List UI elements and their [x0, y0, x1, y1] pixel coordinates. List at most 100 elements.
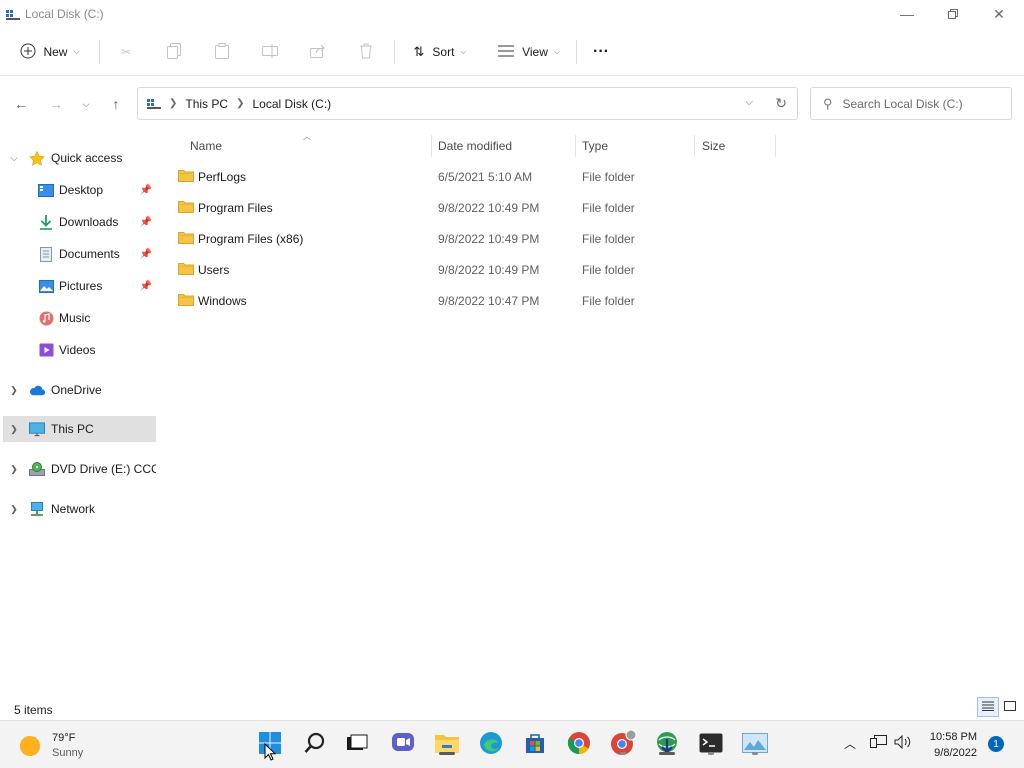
file-name[interactable]: Program Files	[198, 201, 273, 215]
new-button[interactable]: New ⌵	[12, 36, 88, 68]
share-button[interactable]	[304, 36, 332, 68]
rename-icon	[262, 43, 278, 61]
column-header-date[interactable]: Date modified	[438, 133, 574, 159]
sidebar-item-music[interactable]: Music	[3, 305, 156, 331]
file-name[interactable]: PerfLogs	[198, 170, 246, 184]
more-options-button[interactable]: ···	[586, 36, 616, 68]
cut-button[interactable]: ✂	[112, 36, 140, 68]
column-divider[interactable]	[431, 135, 432, 157]
search-box[interactable]: ⚲	[810, 87, 1012, 120]
recent-locations-button[interactable]: ⌵	[74, 92, 98, 116]
close-button[interactable]: ✕	[976, 0, 1022, 28]
edge-icon	[479, 731, 503, 758]
file-row[interactable]: Program Files 9/8/2022 10:49 PM File fol…	[173, 193, 773, 221]
chevron-right-icon[interactable]: ❯	[9, 504, 19, 515]
chrome-button[interactable]	[564, 729, 594, 759]
sidebar-item-desktop[interactable]: Desktop 📌	[3, 177, 156, 203]
chevron-right-icon[interactable]: ❯	[236, 98, 244, 109]
chevron-right-icon[interactable]: ❯	[9, 385, 19, 396]
arrow-up-icon: ↑	[112, 96, 120, 112]
breadcrumb-this-pc[interactable]: This PC	[185, 97, 228, 111]
rename-button[interactable]	[256, 36, 284, 68]
chrome-profile-button[interactable]	[608, 729, 638, 759]
back-button[interactable]: ←	[9, 92, 33, 116]
delete-icon	[359, 43, 373, 62]
monitor-icon	[29, 421, 45, 436]
sidebar-item-this-pc[interactable]: ❯ This PC	[3, 416, 156, 442]
sidebar-item-downloads[interactable]: Downloads 📌	[3, 209, 156, 235]
chevron-down-icon[interactable]: ⌵	[745, 97, 753, 108]
edge-button[interactable]	[476, 729, 506, 759]
column-header-name[interactable]: Name	[190, 133, 430, 159]
more-icon: ···	[593, 43, 609, 60]
sidebar-item-label: DVD Drive (E:) CCCOMA_X64FRE_EN-US_DV9	[51, 462, 156, 476]
file-row[interactable]: PerfLogs 6/5/2021 5:10 AM File folder	[173, 162, 773, 190]
column-header-type[interactable]: Type	[582, 133, 692, 159]
sidebar-item-pictures[interactable]: Pictures 📌	[3, 273, 156, 299]
weather-widget[interactable]: 79°F Sunny	[20, 731, 83, 761]
column-divider[interactable]	[694, 135, 695, 157]
file-type: File folder	[582, 263, 635, 277]
task-view-button[interactable]	[342, 729, 372, 759]
chat-button[interactable]	[388, 729, 418, 759]
sidebar-item-quick-access[interactable]: ⌵ Quick access	[3, 145, 156, 171]
navigation-bar: ← → ⌵ ↑ ❯ This PC ❯ Local Disk (C:) ⌵ ↻ …	[0, 77, 1024, 131]
store-icon	[524, 732, 546, 757]
sidebar-item-onedrive[interactable]: ❯ OneDrive	[3, 377, 156, 403]
terminal-button[interactable]	[696, 729, 726, 759]
chevron-down-icon[interactable]: ⌵	[9, 153, 19, 164]
volume-icon[interactable]	[894, 734, 912, 752]
column-header-size[interactable]: Size	[702, 133, 772, 159]
sidebar-item-dvd-drive[interactable]: ❯ DVD Drive (E:) CCCOMA_X64FRE_EN-US_DV9	[3, 456, 156, 482]
forward-button[interactable]: →	[44, 92, 68, 116]
pin-icon: 📌	[139, 248, 152, 260]
image-viewer-button[interactable]	[740, 729, 770, 759]
delete-button[interactable]	[352, 36, 380, 68]
sidebar-item-network[interactable]: ❯ Network	[3, 496, 156, 522]
start-button[interactable]	[255, 729, 285, 761]
file-row[interactable]: Program Files (x86) 9/8/2022 10:49 PM Fi…	[173, 224, 773, 252]
column-divider[interactable]	[775, 135, 776, 157]
file-name[interactable]: Users	[198, 263, 229, 277]
address-bar[interactable]: ❯ This PC ❯ Local Disk (C:) ⌵ ↻	[137, 87, 798, 120]
refresh-icon[interactable]: ↻	[775, 95, 787, 112]
copy-button[interactable]	[160, 36, 188, 68]
chevron-right-icon[interactable]: ❯	[9, 464, 19, 475]
notification-badge[interactable]: 1	[988, 736, 1004, 752]
minimize-button[interactable]: —	[884, 0, 930, 28]
running-app-indicator	[752, 752, 758, 755]
sidebar-item-documents[interactable]: Documents 📌	[3, 241, 156, 267]
download-icon	[38, 214, 54, 230]
show-hidden-icons-chevron-up-icon[interactable]: ︿	[844, 735, 856, 752]
maximize-button[interactable]	[930, 0, 976, 28]
search-input[interactable]	[842, 96, 1003, 111]
search-icon	[304, 732, 326, 757]
file-name[interactable]: Windows	[198, 294, 247, 308]
store-button[interactable]	[520, 729, 550, 759]
weather-temperature: 79°F	[52, 732, 76, 744]
network-status-icon[interactable]	[870, 735, 888, 752]
file-explorer-button[interactable]	[432, 729, 462, 759]
title-bar: Local Disk (C:) — ✕	[0, 0, 1024, 28]
chevron-right-icon[interactable]: ❯	[169, 98, 177, 109]
system-clock[interactable]: 10:58 PM 9/8/2022	[920, 729, 977, 761]
column-divider[interactable]	[575, 135, 576, 157]
taskbar-search-button[interactable]	[300, 729, 330, 759]
file-row[interactable]: Windows 9/8/2022 10:47 PM File folder	[173, 286, 773, 314]
up-button[interactable]: ↑	[104, 92, 128, 116]
breadcrumb-local-disk[interactable]: Local Disk (C:)	[252, 97, 331, 111]
file-row[interactable]: Users 9/8/2022 10:49 PM File folder	[173, 255, 773, 283]
sidebar-item-videos[interactable]: Videos	[3, 337, 156, 363]
sort-button[interactable]: ⇅ Sort ⌵	[404, 36, 476, 68]
chevron-right-icon[interactable]: ❯	[9, 424, 19, 435]
view-button[interactable]: View ⌵	[490, 36, 568, 68]
sidebar-item-label: Videos	[59, 343, 96, 357]
file-list-view: ︿ Name Date modified Type Size PerfLogs …	[157, 131, 1024, 691]
file-name[interactable]: Program Files (x86)	[198, 232, 303, 246]
paste-button[interactable]	[208, 36, 236, 68]
large-icons-view-button[interactable]	[999, 697, 1021, 717]
pin-icon: 📌	[139, 184, 152, 196]
details-view-button[interactable]	[977, 697, 999, 717]
sidebar-item-label: OneDrive	[51, 383, 102, 397]
download-manager-button[interactable]	[652, 729, 682, 759]
